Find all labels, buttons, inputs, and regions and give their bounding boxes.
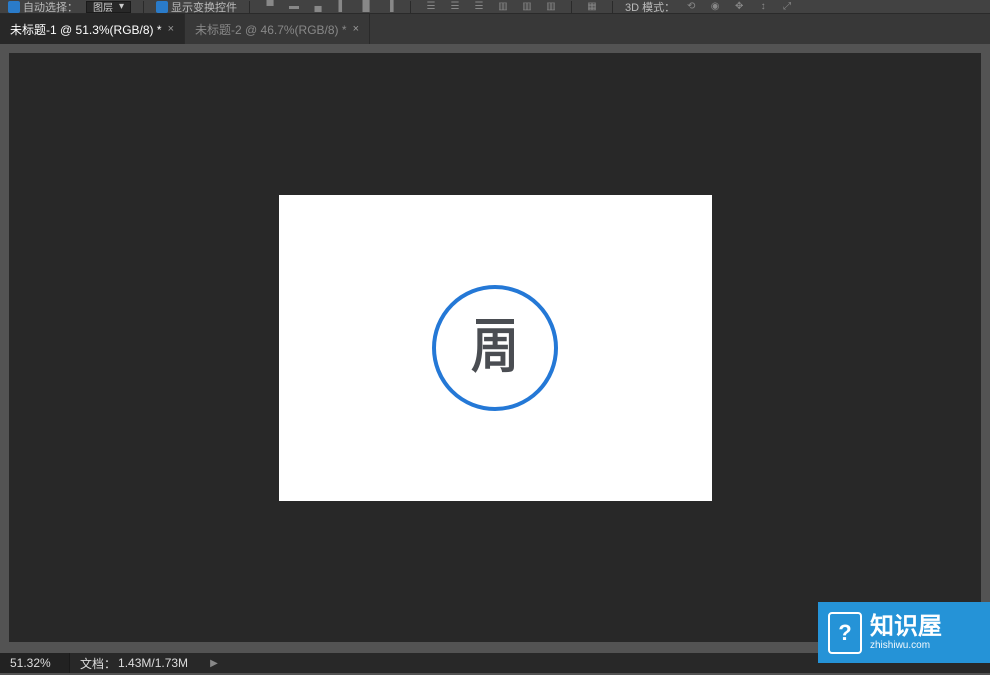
distribute-top-icon[interactable]: ☰ xyxy=(423,1,439,13)
checkbox-checked-icon xyxy=(8,1,20,13)
layer-dropdown-value: 图层 xyxy=(93,0,113,14)
distribute-hcenter-icon[interactable]: ▥ xyxy=(519,1,535,13)
close-icon[interactable]: × xyxy=(353,23,359,35)
distribute-vcenter-icon[interactable]: ☰ xyxy=(447,1,463,13)
distribute-right-icon[interactable]: ▥ xyxy=(543,1,559,13)
show-transform-label: 显示变换控件 xyxy=(171,0,237,15)
watermark-text: 知识屋 zhishiwu.com xyxy=(870,614,942,651)
auto-align-icon[interactable]: ▦ xyxy=(584,1,600,13)
tab-document-1[interactable]: 未标题-1 @ 51.3%(RGB/8) * × xyxy=(0,14,185,44)
watermark-badge: ? 知识屋 zhishiwu.com xyxy=(818,602,990,663)
question-document-icon: ? xyxy=(828,612,862,654)
chevron-right-icon[interactable]: ▶ xyxy=(210,658,218,669)
roll-3d-icon[interactable]: ◉ xyxy=(707,1,723,13)
document-canvas[interactable]: 周 xyxy=(279,195,712,501)
zoom-level-field[interactable]: 51.32% xyxy=(0,653,70,673)
align-vcenter-icon[interactable]: ▬ xyxy=(286,1,302,13)
auto-select-label: 自动选择： xyxy=(23,0,78,15)
scale-3d-icon[interactable]: ⤢ xyxy=(779,1,795,13)
align-left-icon[interactable]: ▌ xyxy=(334,1,350,13)
align-hcenter-icon[interactable]: █ xyxy=(358,1,374,13)
checkbox-checked-icon xyxy=(156,1,168,13)
zoom-value: 51.32% xyxy=(10,656,51,670)
logo-circle-shape: 周 xyxy=(432,285,558,411)
doc-size-value: 1.43M/1.73M xyxy=(118,656,188,670)
distribute-left-icon[interactable]: ▥ xyxy=(495,1,511,13)
align-right-icon[interactable]: ▐ xyxy=(382,1,398,13)
align-top-icon[interactable]: ▀ xyxy=(262,1,278,13)
slide-3d-icon[interactable]: ↕ xyxy=(755,1,771,13)
canvas-workspace[interactable]: 周 xyxy=(0,44,990,651)
pan-3d-icon[interactable]: ✥ xyxy=(731,1,747,13)
orbit-3d-icon[interactable]: ⟲ xyxy=(683,1,699,13)
document-tab-bar: 未标题-1 @ 51.3%(RGB/8) * × 未标题-2 @ 46.7%(R… xyxy=(0,14,990,44)
document-size-info[interactable]: 文档： 1.43M/1.73M ▶ xyxy=(70,655,228,672)
options-bar: 自动选择： 图层 ▾ 显示变换控件 ▀ ▬ ▄ ▌ █ ▐ ☰ ☰ ☰ ▥ ▥ … xyxy=(0,0,990,14)
tab-document-2[interactable]: 未标题-2 @ 46.7%(RGB/8) * × xyxy=(185,14,370,44)
chevron-down-icon: ▾ xyxy=(119,1,124,12)
tab-label: 未标题-1 @ 51.3%(RGB/8) * xyxy=(10,21,162,38)
logo-character: 周 xyxy=(471,325,519,378)
distribute-bottom-icon[interactable]: ☰ xyxy=(471,1,487,13)
tab-label: 未标题-2 @ 46.7%(RGB/8) * xyxy=(195,21,347,38)
watermark-title: 知识屋 xyxy=(870,614,942,640)
show-transform-option[interactable]: 显示变换控件 xyxy=(156,0,237,15)
doc-size-label: 文档： xyxy=(80,655,116,672)
close-icon[interactable]: × xyxy=(168,23,174,35)
mode-3d-label: 3D 模式： xyxy=(625,0,675,15)
watermark-url: zhishiwu.com xyxy=(870,640,942,651)
auto-select-option[interactable]: 自动选择： xyxy=(8,0,78,15)
logo-bar-shape xyxy=(476,319,514,324)
layer-dropdown[interactable]: 图层 ▾ xyxy=(86,1,131,13)
align-bottom-icon[interactable]: ▄ xyxy=(310,1,326,13)
logo-content: 周 xyxy=(471,319,519,376)
